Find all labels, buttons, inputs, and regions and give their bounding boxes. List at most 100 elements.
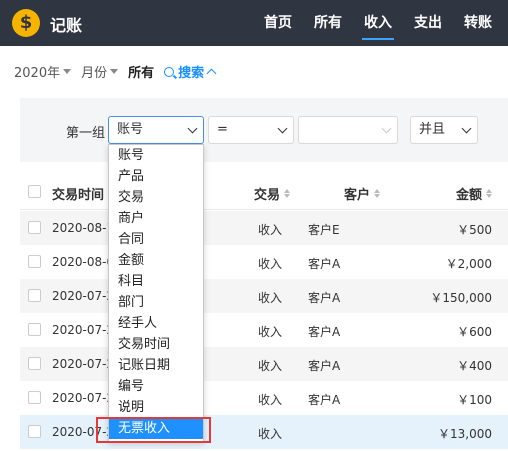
option-transaction-time[interactable]: 交易时间 <box>109 334 203 355</box>
sort-icon <box>284 189 291 198</box>
col-type[interactable]: 交易 <box>254 184 291 203</box>
logic-select-value: 并且 <box>419 122 446 137</box>
search-toggle[interactable]: 搜索 <box>164 62 217 81</box>
option-number[interactable]: 编号 <box>109 376 203 397</box>
cell-amount: ￥2,000 <box>445 257 492 271</box>
table-row[interactable]: 2020-07-2 收入 ￥13,000 <box>20 415 508 449</box>
year-filter-label: 2020年 <box>14 66 61 81</box>
cell-type: 收入 <box>258 427 283 441</box>
field-select[interactable]: 账号 <box>108 116 204 144</box>
filter-bar: 2020年 月份 所有 搜索 <box>14 62 217 81</box>
col-customer[interactable]: 客户 <box>344 184 381 203</box>
row-checkbox[interactable] <box>28 323 41 336</box>
row-checkbox[interactable] <box>28 289 41 302</box>
value-select[interactable] <box>298 116 398 144</box>
select-all-checkbox[interactable] <box>28 185 41 198</box>
caret-down-icon <box>63 69 72 74</box>
caret-down-icon <box>110 69 119 74</box>
search-icon <box>164 66 175 77</box>
option-amount[interactable]: 金额 <box>109 250 203 271</box>
cell-amount: ￥400 <box>457 359 492 373</box>
chevron-up-icon <box>206 68 217 79</box>
cell-time: 2020-08-0 <box>52 255 115 269</box>
nav-transfer[interactable]: 转账 <box>464 0 492 46</box>
chevron-down-icon <box>187 123 198 134</box>
cell-time: 2020-07-2 <box>52 391 115 405</box>
col-customer-label: 客户 <box>344 188 371 203</box>
option-product[interactable]: 产品 <box>109 166 203 187</box>
logic-select[interactable]: 并且 <box>410 116 478 144</box>
option-transaction[interactable]: 交易 <box>109 187 203 208</box>
search-panel: 第一组 账号 = 并且 <box>20 98 508 162</box>
nav-home[interactable]: 首页 <box>264 0 292 46</box>
col-type-label: 交易 <box>254 188 281 203</box>
cell-type: 收入 <box>258 325 283 339</box>
cell-time: 2020-07-2 <box>52 357 115 371</box>
dollar-logo-icon: $ <box>12 9 40 37</box>
nav-income[interactable]: 收入 <box>362 0 394 46</box>
chevron-down-icon <box>277 123 288 134</box>
nav-all[interactable]: 所有 <box>314 0 342 46</box>
cell-time: 2020-08-1 <box>52 221 115 235</box>
cell-amount: ￥150,000 <box>430 291 492 305</box>
cell-amount: ￥600 <box>457 325 492 339</box>
cell-amount: ￥13,000 <box>438 427 492 441</box>
cell-customer: 客户A <box>308 257 341 271</box>
row-checkbox[interactable] <box>28 425 41 438</box>
option-department[interactable]: 部门 <box>109 292 203 313</box>
cell-type: 收入 <box>258 291 283 305</box>
col-time-label: 交易时间 <box>52 188 105 203</box>
row-checkbox[interactable] <box>28 391 41 404</box>
cell-type: 收入 <box>258 393 283 407</box>
table-row[interactable]: 2020-07-2 收入 客户A ￥100 <box>20 381 508 415</box>
row-checkbox[interactable] <box>28 255 41 268</box>
sort-icon <box>374 189 381 198</box>
col-time[interactable]: 交易时间 <box>52 184 115 203</box>
option-booking-date[interactable]: 记账日期 <box>109 355 203 376</box>
table-row[interactable]: 2020-07-2 收入 客户A ￥150,000 <box>20 279 508 313</box>
cell-customer: 客户A <box>308 359 341 373</box>
row-checkbox[interactable] <box>28 357 41 370</box>
cell-type: 收入 <box>258 359 283 373</box>
all-filter[interactable]: 所有 <box>128 62 154 81</box>
cell-customer: 客户A <box>308 393 341 407</box>
option-handler[interactable]: 经手人 <box>109 313 203 334</box>
option-subject[interactable]: 科目 <box>109 271 203 292</box>
cell-time: 2020-07-2 <box>52 425 115 439</box>
table-row[interactable]: 2020-07-2 收入 客户A ￥400 <box>20 347 508 381</box>
cell-customer: 客户A <box>308 325 341 339</box>
cell-time: 2020-07-2 <box>52 323 115 337</box>
chevron-down-icon <box>461 123 472 134</box>
sort-icon <box>486 189 492 198</box>
table-header: 交易时间 交易 客户 金额 <box>20 174 508 210</box>
col-amount[interactable]: 金额 <box>456 184 492 203</box>
group-label: 第一组 <box>66 126 106 141</box>
operator-select[interactable]: = <box>208 116 294 144</box>
col-amount-label: 金额 <box>455 188 482 203</box>
cell-type: 收入 <box>258 223 283 237</box>
option-description[interactable]: 说明 <box>109 397 203 418</box>
cell-type: 收入 <box>258 257 283 271</box>
cell-time: 2020-07-2 <box>52 289 115 303</box>
cell-amount: ￥100 <box>457 393 492 407</box>
chevron-down-icon <box>381 123 392 134</box>
option-merchant[interactable]: 商户 <box>109 208 203 229</box>
year-filter[interactable]: 2020年 <box>14 62 72 81</box>
field-select-value: 账号 <box>117 122 144 137</box>
option-no-invoice-income[interactable]: 无票收入 <box>109 418 203 439</box>
month-filter-label: 月份 <box>81 66 108 81</box>
month-filter[interactable]: 月份 <box>81 62 119 81</box>
table-row[interactable]: 2020-08-1 收入 客户E ￥500 <box>20 211 508 245</box>
cell-customer: 客户A <box>308 291 341 305</box>
search-toggle-label: 搜索 <box>178 66 205 81</box>
row-checkbox[interactable] <box>28 221 41 234</box>
table-row[interactable]: 2020-07-2 收入 客户A ￥600 <box>20 313 508 347</box>
operator-select-value: = <box>217 122 228 137</box>
nav-expense[interactable]: 支出 <box>414 0 442 46</box>
app-title: 记账 <box>50 16 83 35</box>
option-contract[interactable]: 合同 <box>109 229 203 250</box>
option-account[interactable]: 账号 <box>109 145 203 166</box>
cell-customer: 客户E <box>308 223 340 237</box>
cell-amount: ￥500 <box>457 223 492 237</box>
table-row[interactable]: 2020-08-0 收入 客户A ￥2,000 <box>20 245 508 279</box>
